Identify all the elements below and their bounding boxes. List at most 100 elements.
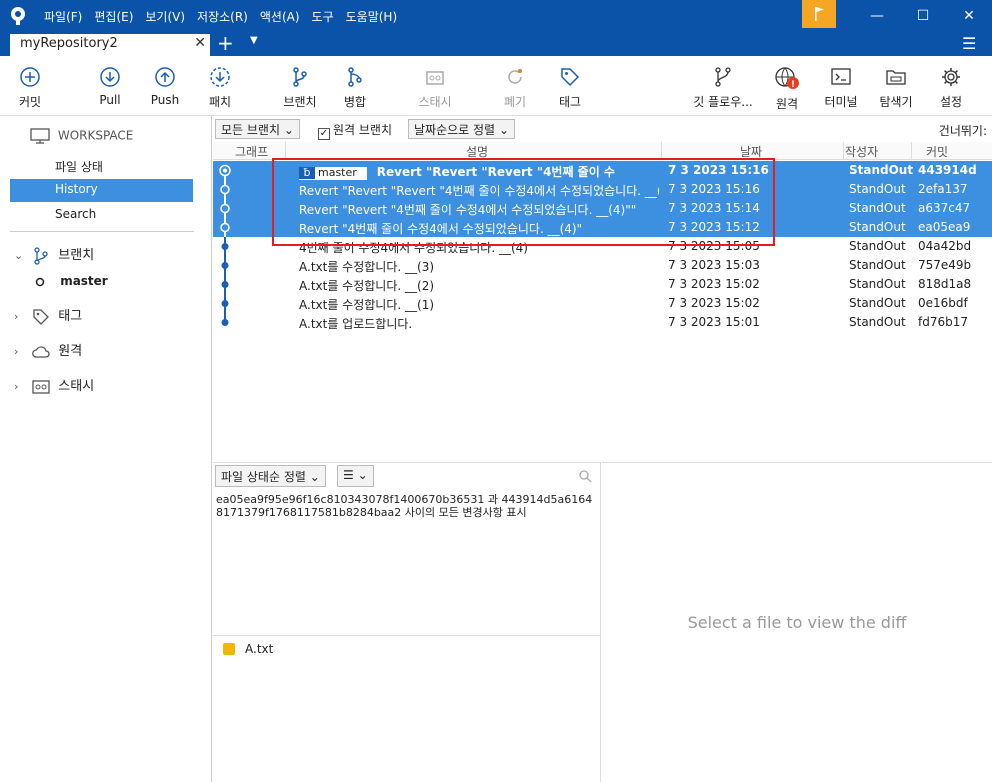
maximize-button[interactable]: ☐ [900,0,946,32]
tag-icon [561,68,580,87]
sidebar-item-file-status[interactable]: 파일 상태 [10,155,193,178]
file-item[interactable]: A.txt [223,642,273,656]
column-divider[interactable] [661,142,662,160]
commit-row[interactable]: Revert "Revert "Revert "4번째 줄이 수정4에서 수정되… [213,180,992,199]
commit-description: Revert "4번째 줄이 수정4에서 수정되었습니다. __(4)" [299,222,583,236]
menu-repository[interactable]: 저장소(R) [197,8,248,25]
tab-close-icon[interactable]: ✕ [194,35,206,51]
git-flow-icon [715,67,731,87]
notification-flag-button[interactable] [802,0,836,28]
stash-button[interactable]: 스태시 [405,66,465,110]
fetch-button[interactable]: 패치 [190,66,250,110]
menu-tools[interactable]: 도구 [312,8,334,25]
commit-row[interactable]: Revert "4번째 줄이 수정4에서 수정되었습니다. __(4)" 7 3… [213,218,992,237]
commit-author: StandOut [849,239,906,253]
main-panel: 모든 브랜치 ⌄ ✓ 원격 브랜치 날짜순으로 정렬 ⌄ 건너뛰기: 그래프 설명… [213,116,992,782]
tab-bar: myRepository2 ✕ + ▼ ☰ [0,32,992,56]
discard-label: 폐기 [503,95,527,109]
sidebar-section-tags[interactable]: › 태그 [14,305,82,326]
branch-item-master[interactable]: master [34,274,108,288]
hamburger-menu-icon[interactable]: ☰ [962,34,976,53]
col-commit[interactable]: 커밋 [926,143,948,160]
close-button[interactable]: ✕ [946,0,992,32]
menu-edit[interactable]: 편집(E) [94,8,133,25]
col-date[interactable]: 날짜 [740,143,762,160]
commit-date: 7 3 2023 15:12 [668,220,760,234]
merge-button[interactable]: 병합 [325,66,385,110]
chevron-right-icon: › [14,380,19,393]
explorer-icon [886,70,906,85]
menu-file[interactable]: 파일(F) [44,8,82,25]
commit-date: 7 3 2023 15:16 [668,182,760,196]
sidebar: WORKSPACE 파일 상태 History Search ⌄ 브랜치 mas… [0,116,212,782]
commit-row[interactable]: A.txt를 수정합니다. __(1) 7 3 2023 15:02 Stand… [213,294,992,313]
column-divider[interactable] [285,142,286,160]
remote-branches-checkbox[interactable]: ✓ 원격 브랜치 [318,121,392,140]
tab-list-dropdown[interactable]: ▼ [250,35,258,46]
file-sort-dropdown[interactable]: 파일 상태순 정렬 ⌄ [215,465,326,487]
explorer-button[interactable]: 탐색기 [866,66,926,110]
sidebar-item-history[interactable]: History [10,179,193,202]
commit-row[interactable]: ƀ master Revert "Revert "Revert "4번째 줄이 수 … [213,161,992,181]
tags-label: 태그 [58,309,83,324]
sidebar-section-remotes[interactable]: › 원격 [14,340,82,361]
git-flow-label: 깃 플로우... [693,95,753,109]
commit-date: 7 3 2023 15:02 [668,277,760,291]
remote-button[interactable]: ! 원격 [757,66,817,112]
modified-file-icon [223,643,235,655]
commit-list: ƀ master Revert "Revert "Revert "4번째 줄이 수 … [213,161,992,461]
branch-filter-value: 모든 브랜치 [221,123,281,137]
sidebar-section-stashes[interactable]: › 스태시 [14,375,94,396]
commit-row[interactable]: 4번째 줄이 수정4에서 수정되었습니다. __(4) 7 3 2023 15:… [213,237,992,256]
sort-value: 날짜순으로 정렬 [414,123,496,137]
branch-icon [293,67,307,87]
graph-node [220,222,230,233]
graph-node [221,262,229,269]
new-tab-button[interactable]: + [217,32,234,54]
terminal-button[interactable]: 터미널 [811,66,871,110]
commit-row[interactable]: Revert "Revert "4번째 줄이 수정4에서 수정되었습니다. __… [213,199,992,218]
workspace-header: WORKSPACE [30,128,133,144]
search-icon[interactable] [578,469,592,483]
commit-author: StandOut [849,258,906,272]
commit-row[interactable]: A.txt를 수정합니다. __(3) 7 3 2023 15:03 Stand… [213,256,992,275]
current-branch-icon [35,277,45,286]
commit-hash: 818d1a8 [918,277,972,291]
git-flow-button[interactable]: 깃 플로우... [693,66,753,110]
sidebar-item-search[interactable]: Search [10,204,193,227]
diff-placeholder: Select a file to view the diff [687,613,907,632]
explorer-label: 탐색기 [879,95,913,109]
commit-date: 7 3 2023 15:02 [668,296,760,310]
minimize-button[interactable]: — [854,0,900,32]
settings-button[interactable]: 설정 [921,66,981,110]
checkbox-checked-icon: ✓ [318,128,330,140]
commit-description: 4번째 줄이 수정4에서 수정되었습니다. __(4) [299,241,528,255]
commit-label: 커밋 [18,95,42,109]
commit-button[interactable]: 커밋 [0,66,60,110]
menu-help[interactable]: 도움말(H) [346,8,398,25]
commit-row[interactable]: A.txt를 업로드합니다. 7 3 2023 15:01 StandOut f… [213,313,992,332]
col-graph[interactable]: 그래프 [235,143,268,160]
menu-view[interactable]: 보기(V) [145,8,185,25]
sort-dropdown[interactable]: 날짜순으로 정렬 ⌄ [408,119,515,139]
pull-button[interactable]: Pull [80,66,140,107]
tag-button[interactable]: 태그 [540,66,600,110]
view-mode-dropdown[interactable]: ☰ ⌄ [337,465,374,487]
col-description[interactable]: 설명 [466,143,488,160]
column-divider[interactable] [843,142,844,160]
sidebar-section-branches[interactable]: ⌄ 브랜치 [14,244,94,265]
push-button[interactable]: Push [135,66,195,107]
column-divider[interactable] [911,142,912,160]
stashes-label: 스태시 [58,379,95,394]
commit-row[interactable]: A.txt를 수정합니다. __(2) 7 3 2023 15:02 Stand… [213,275,992,294]
commit-hash: a637c47 [918,201,971,215]
menu-actions[interactable]: 액션(A) [260,8,300,25]
branch-button[interactable]: 브랜치 [270,66,330,110]
tab-repository[interactable]: myRepository2 ✕ [10,34,210,56]
branches-label: 브랜치 [58,248,95,263]
discard-button[interactable]: 폐기 [485,66,545,110]
branch-filter-dropdown[interactable]: 모든 브랜치 ⌄ [215,119,300,139]
settings-label: 설정 [939,95,963,109]
col-author[interactable]: 작성자 [845,143,878,160]
commit-description: Revert "Revert "4번째 줄이 수정4에서 수정되었습니다. __… [299,203,637,217]
